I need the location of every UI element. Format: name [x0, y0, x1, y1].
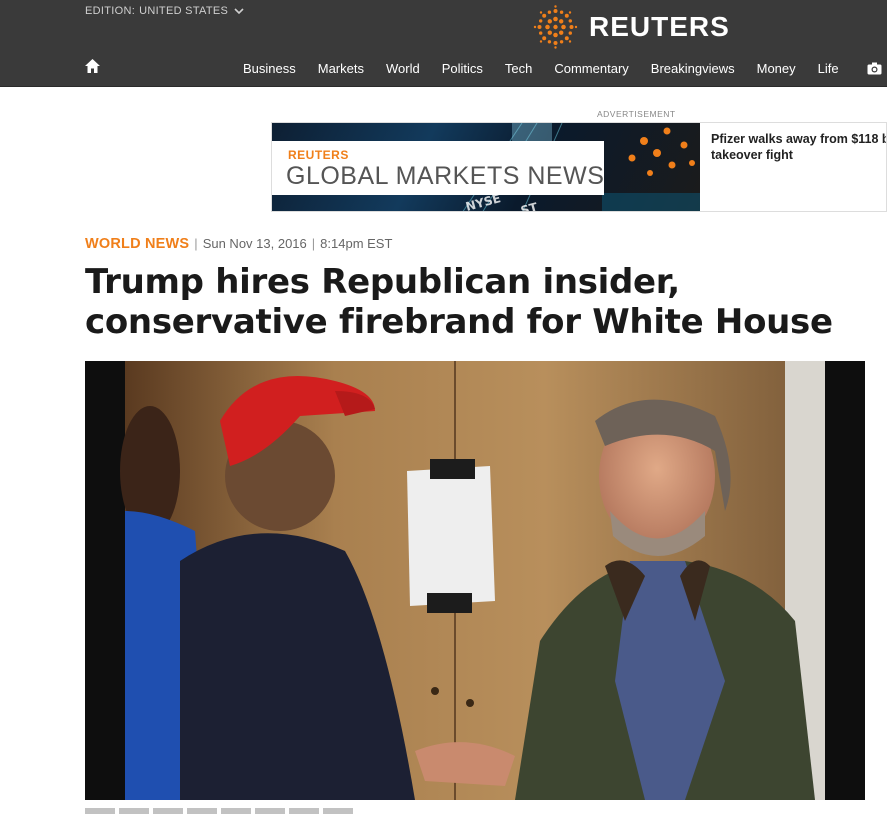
article-date: Sun Nov 13, 2016: [202, 236, 307, 251]
ad-side-line-1: Pfizer walks away from $118 bi: [711, 132, 887, 146]
article-photo[interactable]: [85, 361, 865, 800]
edition-label: EDITION:: [85, 5, 136, 17]
edition-selector[interactable]: EDITION: UNITED STATES: [85, 5, 246, 17]
edition-value: UNITED STATES: [139, 5, 229, 17]
article-headline: Trump hires Republican insider, conserva…: [85, 262, 833, 342]
svg-text:ST: ST: [519, 200, 540, 212]
photo-caption: [85, 808, 355, 814]
nav-commentary[interactable]: Commentary: [543, 61, 639, 77]
nav-tech[interactable]: Tech: [494, 61, 543, 77]
nav-life[interactable]: Life: [807, 61, 850, 77]
top-header: EDITION: UNITED STATES REUTERS Business …: [0, 0, 887, 87]
meta-separator: |: [194, 236, 198, 251]
nav-world[interactable]: World: [375, 61, 431, 77]
ad-side-headline[interactable]: Pfizer walks away from $118 bi takeover …: [711, 131, 887, 163]
ad-title: GLOBAL MARKETS NEWS: [286, 162, 605, 190]
reuters-logo-mark: [533, 5, 578, 49]
ad-text-panel: REUTERS GLOBAL MARKETS NEWS: [272, 141, 604, 195]
meta-separator: |: [311, 236, 316, 251]
reuters-logo[interactable]: REUTERS: [532, 5, 730, 49]
article-time: 8:14pm EST: [320, 236, 393, 251]
section-link[interactable]: WORLD NEWS: [85, 236, 189, 252]
main-nav: Business Markets World Politics Tech Com…: [232, 61, 850, 77]
ad-label: ADVERTISEMENT: [597, 109, 676, 119]
nav-breakingviews[interactable]: Breakingviews: [640, 61, 746, 77]
home-icon[interactable]: [84, 58, 101, 74]
photo-illustration: [85, 361, 865, 800]
reuters-wordmark: REUTERS: [589, 11, 730, 42]
chevron-down-icon: [234, 8, 244, 15]
camera-icon[interactable]: [867, 62, 882, 75]
nav-business[interactable]: Business: [232, 61, 307, 77]
nav-politics[interactable]: Politics: [431, 61, 494, 77]
ad-brand: REUTERS: [288, 148, 349, 162]
nav-money[interactable]: Money: [746, 61, 807, 77]
nav-markets[interactable]: Markets: [307, 61, 375, 77]
ad-banner[interactable]: NYSE ST REUTERS GLOBAL MARKETS NEWS Pfiz…: [271, 122, 887, 212]
ad-side-line-2: takeover fight: [711, 148, 793, 162]
ad-image: NYSE ST REUTERS GLOBAL MARKETS NEWS: [272, 123, 700, 212]
article-meta: WORLD NEWS | Sun Nov 13, 2016 | 8:14pm E…: [85, 236, 392, 252]
